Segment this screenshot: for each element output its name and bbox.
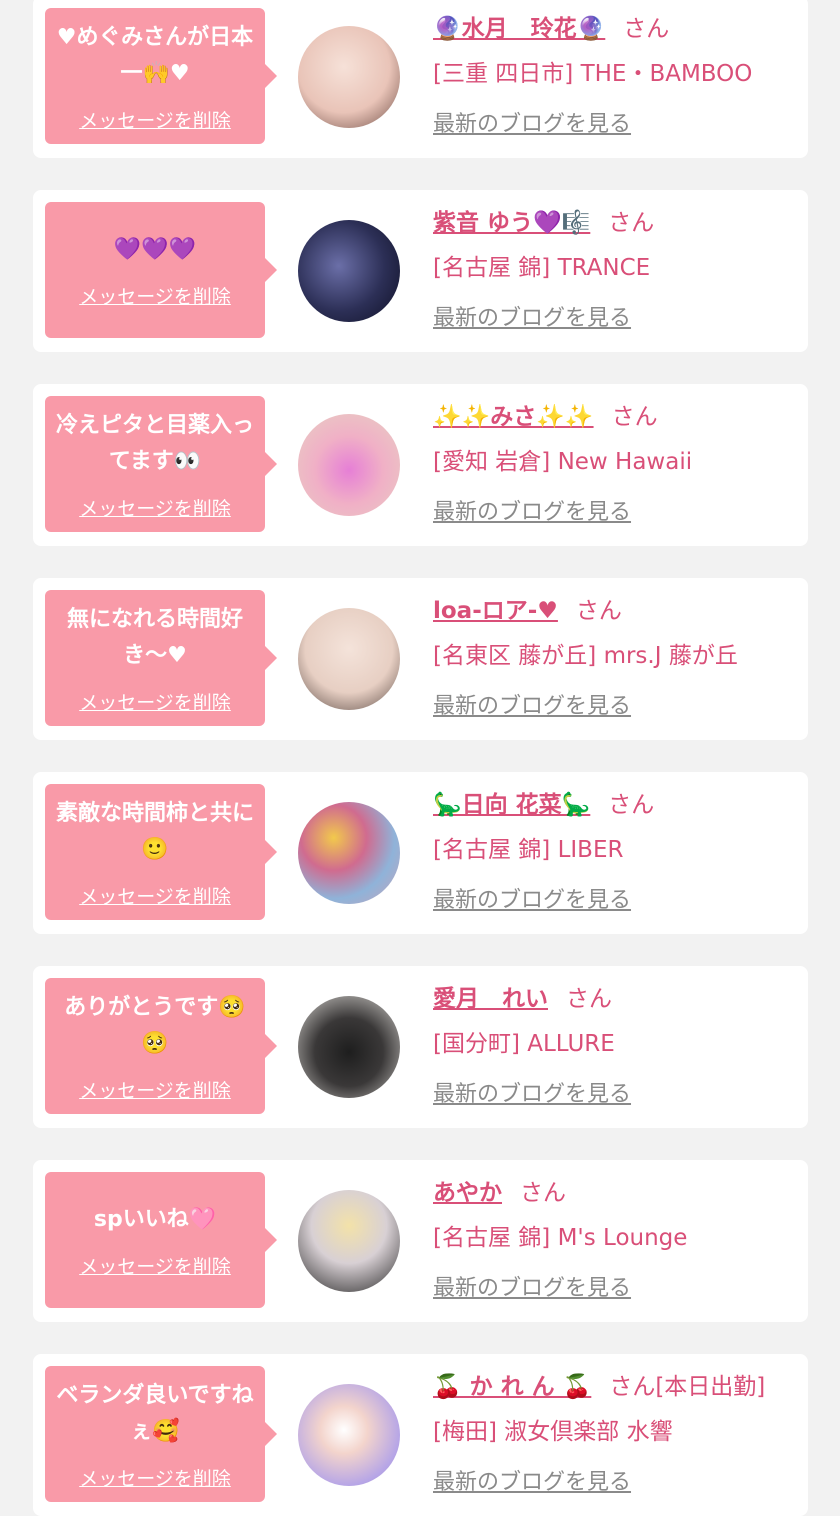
shop-location: [国分町] ALLURE bbox=[433, 1031, 615, 1057]
delete-message-link[interactable]: メッセージを削除 bbox=[79, 282, 231, 309]
profile-info: 愛月 れい さん [国分町] ALLURE 最新のブログを見る bbox=[433, 976, 803, 1108]
honorific: さん bbox=[611, 404, 658, 430]
delete-message-link[interactable]: メッセージを削除 bbox=[79, 106, 231, 133]
honorific: さん bbox=[575, 598, 622, 624]
message-text: spいいね🩷 bbox=[93, 1206, 217, 1232]
avatar-photo bbox=[298, 996, 400, 1098]
avatar[interactable] bbox=[298, 1384, 400, 1486]
avatar-photo bbox=[298, 608, 400, 710]
message-bubble: spいいね🩷 メッセージを削除 bbox=[45, 1172, 277, 1308]
favorite-card: 素敵な時間柿と共に🙂 メッセージを削除 🦕日向 花菜🦕 さん [名古屋 錦] L… bbox=[33, 772, 808, 934]
profile-name-link[interactable]: あやか bbox=[433, 1173, 502, 1207]
shop-location: [三重 四日市] THE・BAMBOO bbox=[433, 61, 753, 87]
message-text: 冷えピタと目薬入ってます👀 bbox=[55, 412, 254, 474]
honorific: さん bbox=[623, 16, 670, 42]
favorite-card: ありがとうです🥺🥺 メッセージを削除 愛月 れい さん [国分町] ALLURE… bbox=[33, 966, 808, 1128]
shop-location: [名古屋 錦] LIBER bbox=[433, 837, 624, 863]
avatar[interactable] bbox=[298, 1190, 400, 1292]
shop-location: [名古屋 錦] M's Lounge bbox=[433, 1225, 688, 1251]
name-row: 🔮水月 玲花🔮 さん bbox=[433, 6, 803, 46]
shop-location: [梅田] 淑女倶楽部 水響 bbox=[433, 1419, 673, 1445]
profile-info: 🦕日向 花菜🦕 さん [名古屋 錦] LIBER 最新のブログを見る bbox=[433, 782, 803, 914]
favorite-card: spいいね🩷 メッセージを削除 あやか さん [名古屋 錦] M's Loung… bbox=[33, 1160, 808, 1322]
message-text: ♥めぐみさんが日本一🙌♥ bbox=[56, 24, 254, 86]
profile-info: 紫音 ゆう💜🎼 さん [名古屋 錦] TRANCE 最新のブログを見る bbox=[433, 200, 803, 332]
message-bubble: 冷えピタと目薬入ってます👀 メッセージを削除 bbox=[45, 396, 277, 532]
profile-name-link[interactable]: 🍒 か れ ん 🍒 bbox=[433, 1367, 591, 1401]
message-text: 無になれる時間好き〜♥ bbox=[66, 606, 243, 668]
avatar-photo bbox=[298, 1190, 400, 1292]
delete-message-link[interactable]: メッセージを削除 bbox=[79, 1252, 231, 1279]
name-row: 🍒 か れ ん 🍒 さん[本日出勤] bbox=[433, 1364, 803, 1404]
message-bubble: ベランダ良いですねぇ🥰 メッセージを削除 bbox=[45, 1366, 277, 1502]
delete-message-link[interactable]: メッセージを削除 bbox=[79, 494, 231, 521]
avatar-photo bbox=[298, 220, 400, 322]
honorific: さん bbox=[608, 792, 655, 818]
delete-message-link[interactable]: メッセージを削除 bbox=[79, 688, 231, 715]
avatar[interactable] bbox=[298, 996, 400, 1098]
latest-blog-link[interactable]: 最新のブログを見る bbox=[433, 882, 803, 914]
profile-info: ✨✨みさ✨✨ さん [愛知 岩倉] New Hawaii 最新のブログを見る bbox=[433, 394, 803, 526]
honorific: さん bbox=[566, 986, 612, 1012]
honorific: さん bbox=[608, 210, 655, 236]
message-bubble: 無になれる時間好き〜♥ メッセージを削除 bbox=[45, 590, 277, 726]
profile-name-link[interactable]: loa-ロア-♥ bbox=[433, 591, 558, 625]
message-bubble: ありがとうです🥺🥺 メッセージを削除 bbox=[45, 978, 277, 1114]
latest-blog-link[interactable]: 最新のブログを見る bbox=[433, 1076, 803, 1108]
latest-blog-link[interactable]: 最新のブログを見る bbox=[433, 300, 803, 332]
message-bubble: 素敵な時間柿と共に🙂 メッセージを削除 bbox=[45, 784, 277, 920]
avatar-photo bbox=[298, 414, 400, 516]
avatar[interactable] bbox=[298, 414, 400, 516]
avatar[interactable] bbox=[298, 220, 400, 322]
avatar[interactable] bbox=[298, 802, 400, 904]
favorite-card: ♥めぐみさんが日本一🙌♥ メッセージを削除 🔮水月 玲花🔮 さん [三重 四日市… bbox=[33, 0, 808, 158]
name-row: 🦕日向 花菜🦕 さん bbox=[433, 782, 803, 822]
profile-info: あやか さん [名古屋 錦] M's Lounge 最新のブログを見る bbox=[433, 1170, 803, 1302]
delete-message-link[interactable]: メッセージを削除 bbox=[79, 1464, 231, 1491]
profile-name-link[interactable]: 🦕日向 花菜🦕 bbox=[433, 785, 590, 819]
favorite-card: 冷えピタと目薬入ってます👀 メッセージを削除 ✨✨みさ✨✨ さん [愛知 岩倉]… bbox=[33, 384, 808, 546]
latest-blog-link[interactable]: 最新のブログを見る bbox=[433, 1464, 803, 1496]
delete-message-link[interactable]: メッセージを削除 bbox=[79, 1076, 231, 1103]
honorific: さん[本日出勤] bbox=[609, 1374, 766, 1400]
message-text: 💜💜💜 bbox=[113, 236, 197, 262]
favorite-card: ベランダ良いですねぇ🥰 メッセージを削除 🍒 か れ ん 🍒 さん[本日出勤] … bbox=[33, 1354, 808, 1516]
message-bubble: 💜💜💜 メッセージを削除 bbox=[45, 202, 277, 338]
profile-name-link[interactable]: ✨✨みさ✨✨ bbox=[433, 397, 594, 431]
avatar-photo bbox=[298, 802, 400, 904]
avatar-photo bbox=[298, 1384, 400, 1486]
message-text: 素敵な時間柿と共に🙂 bbox=[55, 800, 254, 862]
favorite-card: 無になれる時間好き〜♥ メッセージを削除 loa-ロア-♥ さん [名東区 藤が… bbox=[33, 578, 808, 740]
delete-message-link[interactable]: メッセージを削除 bbox=[79, 882, 231, 909]
name-row: あやか さん bbox=[433, 1170, 803, 1210]
name-row: ✨✨みさ✨✨ さん bbox=[433, 394, 803, 434]
avatar-photo bbox=[298, 26, 400, 128]
shop-location: [名東区 藤が丘] mrs.J 藤が丘 bbox=[433, 643, 738, 669]
avatar[interactable] bbox=[298, 26, 400, 128]
name-row: 紫音 ゆう💜🎼 さん bbox=[433, 200, 803, 240]
latest-blog-link[interactable]: 最新のブログを見る bbox=[433, 106, 803, 138]
latest-blog-link[interactable]: 最新のブログを見る bbox=[433, 1270, 803, 1302]
avatar[interactable] bbox=[298, 608, 400, 710]
message-text: ありがとうです🥺🥺 bbox=[64, 994, 246, 1056]
shop-location: [愛知 岩倉] New Hawaii bbox=[433, 449, 693, 475]
message-text: ベランダ良いですねぇ🥰 bbox=[56, 1382, 254, 1444]
profile-name-link[interactable]: 紫音 ゆう💜🎼 bbox=[433, 203, 590, 237]
profile-name-link[interactable]: 愛月 れい bbox=[433, 979, 548, 1013]
name-row: loa-ロア-♥ さん bbox=[433, 588, 803, 628]
shop-location: [名古屋 錦] TRANCE bbox=[433, 255, 651, 281]
profile-info: 🍒 か れ ん 🍒 さん[本日出勤] [梅田] 淑女倶楽部 水響 最新のブログを… bbox=[433, 1364, 803, 1496]
favorite-card: 💜💜💜 メッセージを削除 紫音 ゆう💜🎼 さん [名古屋 錦] TRANCE 最… bbox=[33, 190, 808, 352]
profile-name-link[interactable]: 🔮水月 玲花🔮 bbox=[433, 9, 605, 43]
profile-info: 🔮水月 玲花🔮 さん [三重 四日市] THE・BAMBOO 最新のブログを見る bbox=[433, 6, 803, 138]
latest-blog-link[interactable]: 最新のブログを見る bbox=[433, 688, 803, 720]
message-bubble: ♥めぐみさんが日本一🙌♥ メッセージを削除 bbox=[45, 8, 277, 144]
profile-info: loa-ロア-♥ さん [名東区 藤が丘] mrs.J 藤が丘 最新のブログを見… bbox=[433, 588, 803, 720]
favorites-list: ♥めぐみさんが日本一🙌♥ メッセージを削除 🔮水月 玲花🔮 さん [三重 四日市… bbox=[0, 0, 840, 1516]
name-row: 愛月 れい さん bbox=[433, 976, 803, 1016]
honorific: さん bbox=[520, 1180, 566, 1206]
latest-blog-link[interactable]: 最新のブログを見る bbox=[433, 494, 803, 526]
